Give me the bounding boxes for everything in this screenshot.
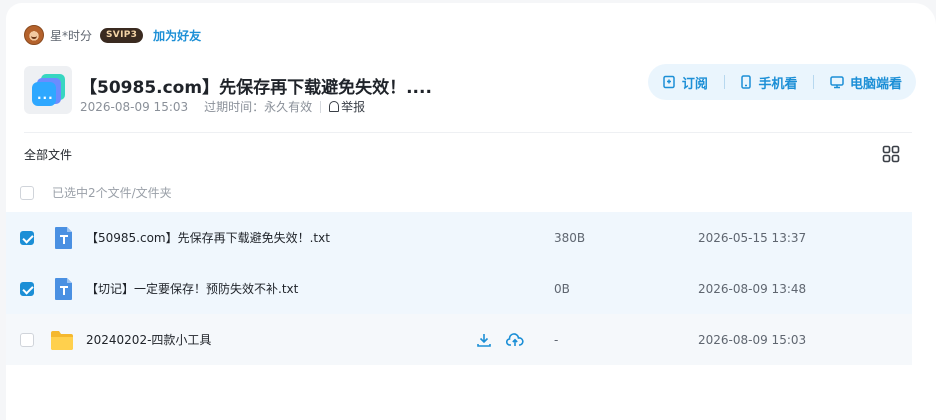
share-title: 【50985.com】先保存再下载避免失效！....	[80, 78, 432, 98]
download-icon[interactable]	[476, 332, 492, 348]
row-actions	[476, 332, 538, 348]
svip-badge: SVIP3	[100, 27, 144, 43]
report-label: 举报	[341, 100, 366, 114]
breadcrumb[interactable]: 全部文件	[24, 146, 72, 163]
action-bar: 订阅 手机看 电脑端看	[648, 64, 916, 100]
subscribe-label: 订阅	[681, 76, 708, 92]
file-checkbox[interactable]	[20, 332, 34, 347]
action-divider	[723, 75, 725, 89]
phone-view-label: 手机看	[758, 76, 798, 92]
monitor-icon	[830, 76, 844, 89]
report-icon	[329, 101, 340, 112]
sharer-info: 星*时分 SVIP3 加为好友	[24, 24, 201, 46]
file-date: 2026-05-15 13:37	[698, 230, 807, 245]
file-size: 0B	[554, 281, 570, 296]
expire-label: 过期时间：	[204, 100, 265, 114]
txt-file-icon	[55, 226, 72, 249]
file-row[interactable]: 20240202-四款小工具 - 2026-08-09 15:03	[6, 314, 912, 365]
avatar[interactable]	[24, 25, 44, 45]
file-name[interactable]: 【50985.com】先保存再下载避免失效！.txt	[86, 229, 330, 246]
file-size: -	[554, 332, 559, 347]
pc-view-button[interactable]: 电脑端看	[830, 73, 902, 92]
phone-view-button[interactable]: 手机看	[740, 73, 797, 92]
file-size: 380B	[554, 230, 586, 245]
sharer-name[interactable]: 星*时分	[50, 27, 92, 44]
phone-icon	[741, 75, 752, 89]
share-date: 2026-08-09 15:03	[80, 99, 189, 114]
action-divider	[813, 75, 815, 89]
share-folder-icon: ...	[24, 66, 72, 114]
expire-value: 永久有效	[264, 100, 313, 114]
file-checkbox[interactable]	[20, 281, 34, 296]
file-list: 【50985.com】先保存再下载避免失效！.txt 380B 2026-05-…	[6, 212, 912, 365]
file-date: 2026-08-09 15:03	[698, 332, 807, 347]
select-all-row: 已选中2个文件/文件夹	[20, 184, 172, 201]
add-friend-link[interactable]: 加为好友	[153, 27, 201, 44]
report-link[interactable]: 举报	[329, 98, 365, 115]
file-name[interactable]: 20240202-四款小工具	[86, 331, 211, 348]
share-meta: 2026-08-09 15:03 过期时间： 永久有效 举报	[80, 98, 365, 115]
file-name[interactable]: 【切记】一定要保存！预防失效不补.txt	[86, 280, 298, 297]
meta-divider	[320, 100, 322, 113]
file-checkbox[interactable]	[20, 230, 34, 245]
pc-view-label: 电脑端看	[850, 76, 903, 92]
file-row[interactable]: 【50985.com】先保存再下载避免失效！.txt 380B 2026-05-…	[6, 212, 912, 263]
selection-count: 已选中2个文件/文件夹	[52, 186, 172, 200]
file-date: 2026-08-09 13:48	[698, 281, 807, 296]
header-divider	[24, 132, 912, 133]
cloud-save-icon[interactable]	[506, 332, 524, 348]
bookmark-icon	[663, 75, 675, 89]
grid-view-icon[interactable]	[882, 145, 900, 163]
txt-file-icon	[55, 277, 72, 300]
select-all-checkbox[interactable]	[20, 185, 34, 200]
subscribe-button[interactable]: 订阅	[662, 73, 708, 92]
file-row[interactable]: 【切记】一定要保存！预防失效不补.txt 0B 2026-08-09 13:48	[6, 263, 912, 314]
folder-icon	[51, 330, 73, 350]
